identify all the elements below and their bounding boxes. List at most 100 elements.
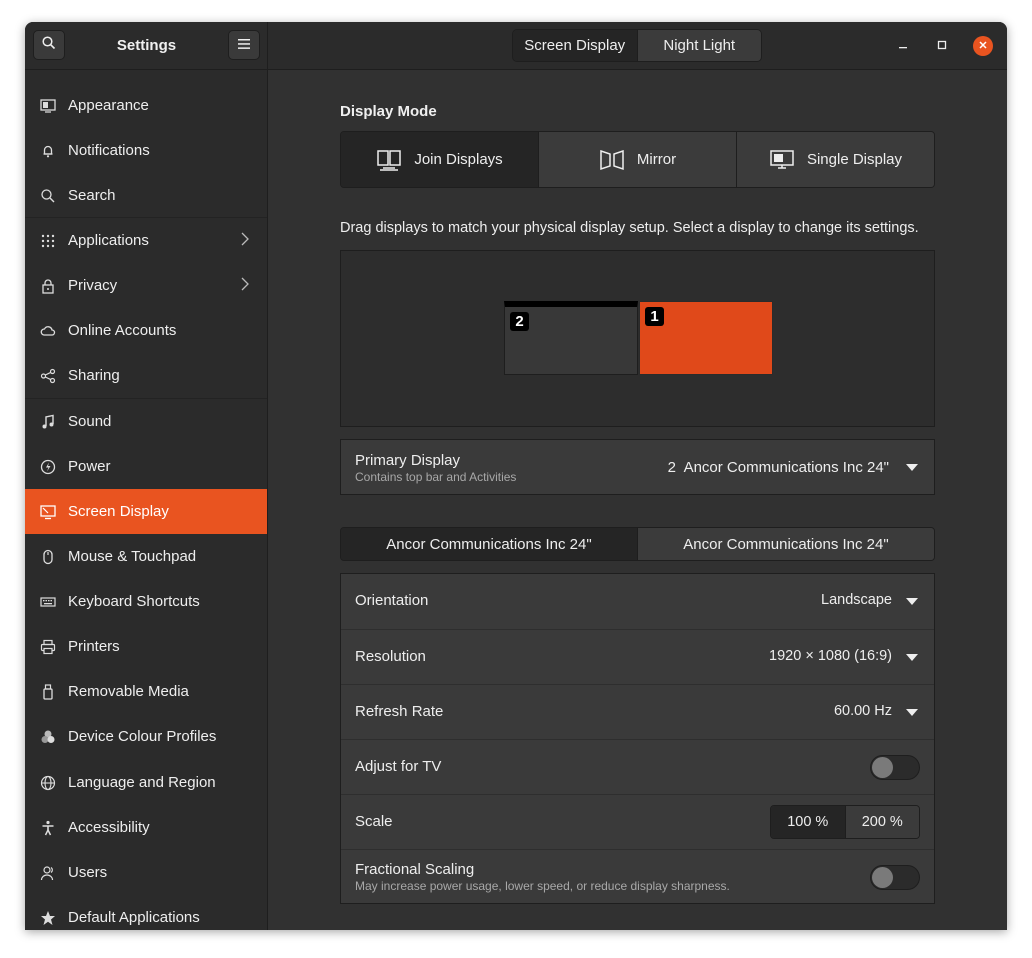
refresh-rate-row[interactable]: Refresh Rate 60.00 Hz: [341, 684, 934, 739]
scale-option-100[interactable]: 100 %: [771, 806, 845, 838]
scale-option-200[interactable]: 200 %: [844, 806, 919, 838]
scale-row: Scale 100 % 200 %: [341, 794, 934, 849]
sidebar-item-accessibility[interactable]: Accessibility: [25, 805, 267, 850]
monitor-number: 2: [510, 312, 529, 331]
single-display-icon: [769, 148, 807, 172]
monitor-tabs: Ancor Communications Inc 24" Ancor Commu…: [340, 527, 935, 561]
usb-drive-icon: [40, 683, 56, 700]
colour-profiles-icon: [40, 729, 56, 745]
refresh-rate-value: 60.00 Hz: [833, 703, 892, 719]
sidebar-item-label: Device Colour Profiles: [68, 728, 217, 745]
fractional-scaling-toggle[interactable]: [870, 865, 920, 890]
join-displays-button[interactable]: Join Displays: [341, 132, 538, 187]
globe-icon: [40, 775, 56, 791]
power-icon: [40, 459, 56, 475]
sidebar-item-label: Appearance: [68, 97, 149, 114]
sidebar-item-label: Applications: [68, 232, 149, 249]
minimize-button[interactable]: [893, 36, 913, 56]
menu-button[interactable]: [228, 30, 260, 60]
sidebar-item-screen-display[interactable]: Screen Display: [25, 489, 267, 534]
mirror-button[interactable]: Mirror: [538, 132, 736, 187]
close-button[interactable]: [973, 36, 993, 56]
sidebar-item-label: Language and Region: [68, 774, 216, 791]
sidebar-header: Settings: [25, 22, 268, 70]
tab-monitor-2[interactable]: Ancor Communications Inc 24": [637, 528, 934, 560]
single-display-label: Single Display: [806, 151, 903, 168]
accessibility-icon: [40, 820, 56, 836]
resolution-row[interactable]: Resolution 1920 × 1080 (16:9): [341, 629, 934, 684]
sidebar-item-default-applications[interactable]: Default Applications: [25, 895, 267, 930]
lock-icon: [40, 278, 56, 294]
sidebar-item-label: Search: [68, 187, 116, 204]
tab-night-light[interactable]: Night Light: [636, 30, 761, 61]
printer-icon: [40, 639, 56, 655]
chevron-right-icon: [241, 232, 249, 250]
primary-display-subtitle: Contains top bar and Activities: [355, 470, 517, 484]
maximize-button[interactable]: [932, 36, 952, 56]
tab-monitor-1[interactable]: Ancor Communications Inc 24": [341, 528, 637, 560]
sidebar-item-label: Sharing: [68, 367, 120, 384]
display-icon: [40, 504, 56, 520]
apps-grid-icon: [40, 233, 56, 249]
sidebar-item-label: Sound: [68, 413, 112, 430]
join-displays-icon: [376, 148, 414, 172]
sidebar-item-mouse-touchpad[interactable]: Mouse & Touchpad: [25, 534, 267, 579]
sidebar-item-label: Notifications: [68, 142, 150, 159]
refresh-rate-label: Refresh Rate: [355, 703, 444, 720]
sidebar-item-label: Online Accounts: [68, 322, 177, 339]
sidebar: Appearance Notifications Search Applicat…: [25, 70, 268, 930]
sidebar-item-device-colour-profiles[interactable]: Device Colour Profiles: [25, 714, 267, 759]
sidebar-item-label: Default Applications: [68, 909, 200, 926]
resolution-value: 1920 × 1080 (16:9): [769, 648, 892, 664]
monitor-2[interactable]: 2: [504, 301, 638, 375]
resolution-label: Resolution: [355, 648, 426, 665]
sidebar-item-sound[interactable]: Sound: [25, 399, 267, 444]
mirror-label: Mirror: [636, 151, 677, 168]
primary-display-row[interactable]: Primary Display Contains top bar and Act…: [340, 439, 935, 495]
sidebar-item-printers[interactable]: Printers: [25, 624, 267, 669]
sidebar-item-power[interactable]: Power: [25, 444, 267, 489]
fractional-scaling-subtitle: May increase power usage, lower speed, o…: [355, 879, 730, 893]
mouse-icon: [40, 549, 56, 565]
orientation-row[interactable]: Orientation Landscape: [341, 574, 934, 629]
sidebar-item-language-region[interactable]: Language and Region: [25, 760, 267, 805]
monitor-1[interactable]: 1: [639, 301, 773, 375]
display-mode-selector: Join Displays Mirror Single Display: [340, 131, 935, 188]
adjust-tv-toggle[interactable]: [870, 755, 920, 780]
sidebar-item-search[interactable]: Search: [25, 173, 267, 218]
content-header: Screen Display Night Light: [268, 22, 1007, 70]
star-icon: [40, 910, 56, 926]
display-arrangement-area: 2 1: [340, 250, 935, 427]
sidebar-item-label: Removable Media: [68, 683, 189, 700]
view-switcher: Screen Display Night Light: [512, 29, 762, 62]
cloud-icon: [40, 323, 56, 339]
sidebar-item-privacy[interactable]: Privacy: [25, 263, 267, 308]
close-icon: [978, 37, 988, 55]
tab-screen-display[interactable]: Screen Display: [513, 30, 637, 61]
sidebar-item-label: Keyboard Shortcuts: [68, 593, 200, 610]
appearance-icon: [40, 98, 56, 114]
sidebar-item-users[interactable]: Users: [25, 850, 267, 895]
sidebar-item-keyboard-shortcuts[interactable]: Keyboard Shortcuts: [25, 579, 267, 624]
monitor-settings-list: Orientation Landscape Resolution 1920 × …: [340, 573, 935, 904]
sidebar-item-removable-media[interactable]: Removable Media: [25, 669, 267, 714]
dropdown-arrow-icon: [906, 464, 918, 471]
fractional-scaling-row: Fractional Scaling May increase power us…: [341, 849, 934, 904]
chevron-right-icon: [241, 277, 249, 295]
sidebar-item-applications[interactable]: Applications: [25, 218, 267, 263]
orientation-label: Orientation: [355, 592, 429, 609]
sidebar-item-label: Privacy: [68, 277, 118, 294]
sidebar-item-appearance[interactable]: Appearance: [25, 83, 267, 128]
sidebar-item-notifications[interactable]: Notifications: [25, 128, 267, 173]
share-icon: [40, 368, 56, 384]
join-displays-label: Join Displays: [414, 151, 503, 168]
bell-icon: [40, 143, 56, 159]
scale-selector: 100 % 200 %: [770, 805, 920, 839]
sidebar-item-label: Users: [68, 864, 108, 881]
single-display-button[interactable]: Single Display: [736, 132, 934, 187]
primary-display-title: Primary Display: [355, 452, 461, 469]
sidebar-item-online-accounts[interactable]: Online Accounts: [25, 308, 267, 353]
section-title: Display Mode: [340, 103, 437, 120]
sidebar-item-sharing[interactable]: Sharing: [25, 353, 267, 398]
sidebar-item-label: Screen Display: [68, 503, 169, 520]
